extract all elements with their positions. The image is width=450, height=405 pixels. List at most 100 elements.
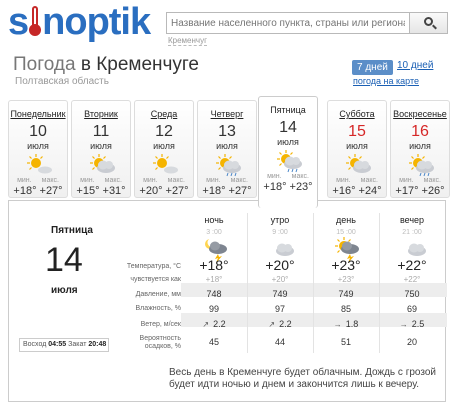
thermometer-icon	[28, 2, 42, 38]
cloud-rain-icon	[409, 154, 437, 177]
wind-value: → 1.8	[313, 319, 379, 329]
wind-direction-icon: ↗	[202, 320, 210, 329]
day-tab-11[interactable]: Вторник 11 июля мин. макс. +15° +31°	[71, 100, 131, 198]
day-name: Вторник	[84, 109, 118, 119]
day-month: июля	[153, 141, 175, 151]
max-label: макс.	[41, 177, 59, 184]
row-label-precip-2: осадков, %	[144, 343, 181, 350]
cloud-rain-icon	[277, 150, 305, 173]
min-max-labels: мин. макс.	[72, 177, 130, 184]
column-time: 9 :00	[272, 229, 288, 236]
wind-speed: 2.5	[411, 319, 425, 329]
day-month: июля	[216, 141, 238, 151]
day-tab-10[interactable]: Понедельник 10 июля мин. макс. +18° +27°	[8, 100, 68, 198]
day-temperatures: +18° +27°	[13, 185, 63, 197]
search-input[interactable]	[166, 12, 410, 34]
day-number: 14	[279, 119, 297, 136]
detail-day-name: Пятница	[51, 225, 93, 236]
day-month: июля	[277, 137, 299, 147]
max-label: макс.	[104, 177, 122, 184]
cloud-rain-icon	[216, 154, 244, 177]
logo-text-end: noptik	[42, 1, 151, 43]
precip-value: 45	[208, 337, 219, 347]
day-temperatures: +18° +27°	[202, 185, 252, 197]
day-month: июля	[346, 141, 368, 151]
sunrise-time: 04:55	[48, 341, 67, 348]
min-max-labels: мин. макс.	[198, 177, 256, 184]
night-storm-icon	[203, 237, 227, 263]
day-tab-15[interactable]: Суббота 15 июля мин. макс. +16° +24°	[327, 100, 387, 198]
row-label-feels: чувствуется как	[130, 276, 181, 283]
wind-speed: 1.8	[345, 319, 359, 329]
sunset-label: Закат	[68, 341, 87, 348]
temp-value: +22°	[397, 257, 427, 273]
min-label: мин.	[206, 177, 221, 184]
day-name: Суббота	[339, 109, 375, 119]
day-name: Среда	[150, 109, 178, 119]
day-month: июля	[409, 141, 431, 151]
period-7-days-tab[interactable]: 7 дней	[352, 60, 393, 75]
wind-value: ↗ 2.2	[247, 319, 313, 329]
day-detail-panel: Пятница 14 июля Восход 04:55 Закат 20:48…	[8, 200, 447, 402]
day-temperatures: +20° +27°	[139, 185, 189, 197]
day-tab-16[interactable]: Воскресенье 16 июля мин. макс. +17° +26°	[390, 100, 450, 198]
max-label: макс.	[167, 177, 185, 184]
partly-cloudy-icon	[90, 154, 118, 176]
wind-direction-icon: ↗	[268, 320, 276, 329]
max-label: макс.	[360, 177, 378, 184]
max-label: макс.	[230, 177, 248, 184]
row-label-precip-1: Вероятность	[139, 335, 181, 342]
day-number: 16	[411, 123, 429, 140]
day-tab-13[interactable]: Четверг 13 июля мин. макс. +18° +27°	[197, 100, 257, 198]
pressure-value: 749	[272, 289, 288, 299]
day-temperatures: +18° +23°	[263, 181, 313, 193]
sun-times: Восход 04:55 Закат 20:48	[19, 338, 109, 352]
day-number: 15	[348, 123, 366, 140]
wind-value: → 2.5	[379, 319, 445, 329]
search-button[interactable]	[410, 12, 448, 34]
search-hint-link[interactable]: Кременчуг	[168, 36, 208, 46]
map-link[interactable]: погода на карте	[353, 76, 419, 86]
min-max-labels: мин. макс.	[259, 173, 317, 180]
day-tab-12[interactable]: Среда 12 июля мин. макс. +20° +27°	[134, 100, 194, 198]
humidity-value: 69	[406, 304, 417, 314]
min-label: мин.	[399, 177, 414, 184]
detail-month: июля	[51, 285, 78, 296]
pressure-value: 750	[404, 289, 420, 299]
sun-cloud-icon	[27, 154, 55, 176]
logo-text-start: s	[8, 1, 29, 43]
day-name: Четверг	[210, 109, 244, 119]
day-name: Понедельник	[10, 109, 66, 119]
day-tab-14[interactable]: Пятница 14 июля мин. макс. +18° +23°	[258, 96, 318, 208]
min-label: мин.	[267, 173, 282, 180]
title-city: в Кременчуге	[80, 54, 200, 75]
temp-value: +18°	[199, 257, 229, 273]
precip-value: 20	[406, 337, 417, 347]
day-temperatures: +17° +26°	[395, 185, 445, 197]
row-label-pressure: Давление, мм	[135, 291, 181, 298]
row-label-wind: Ветер, м/сек	[140, 321, 181, 328]
region-label: Полтавская область	[15, 76, 109, 87]
max-label: макс.	[291, 173, 309, 180]
min-label: мин.	[17, 177, 32, 184]
min-max-labels: мин. макс.	[391, 177, 449, 184]
cloud-icon	[269, 237, 294, 256]
row-label-temp: Температура, °C	[126, 263, 181, 270]
precip-value: 44	[274, 337, 285, 347]
logo[interactable]: s noptik	[8, 2, 160, 42]
humidity-value: 97	[274, 304, 285, 314]
period-10-days-tab[interactable]: 10 дней	[397, 60, 433, 71]
sun-storm-icon	[335, 237, 359, 263]
day-temperatures: +16° +24°	[332, 185, 382, 197]
detail-day-number: 14	[45, 241, 83, 279]
humidity-value: 85	[340, 304, 351, 314]
column-header: ночь	[204, 215, 224, 225]
day-name: Воскресенье	[393, 109, 447, 119]
day-month: июля	[27, 141, 49, 151]
temp-value: +20°	[265, 257, 295, 273]
day-number: 12	[155, 123, 173, 140]
min-label: мин.	[143, 177, 158, 184]
partly-cloudy-icon	[346, 154, 374, 176]
feels-like-value: +20°	[271, 275, 289, 284]
precip-value: 51	[340, 337, 351, 347]
